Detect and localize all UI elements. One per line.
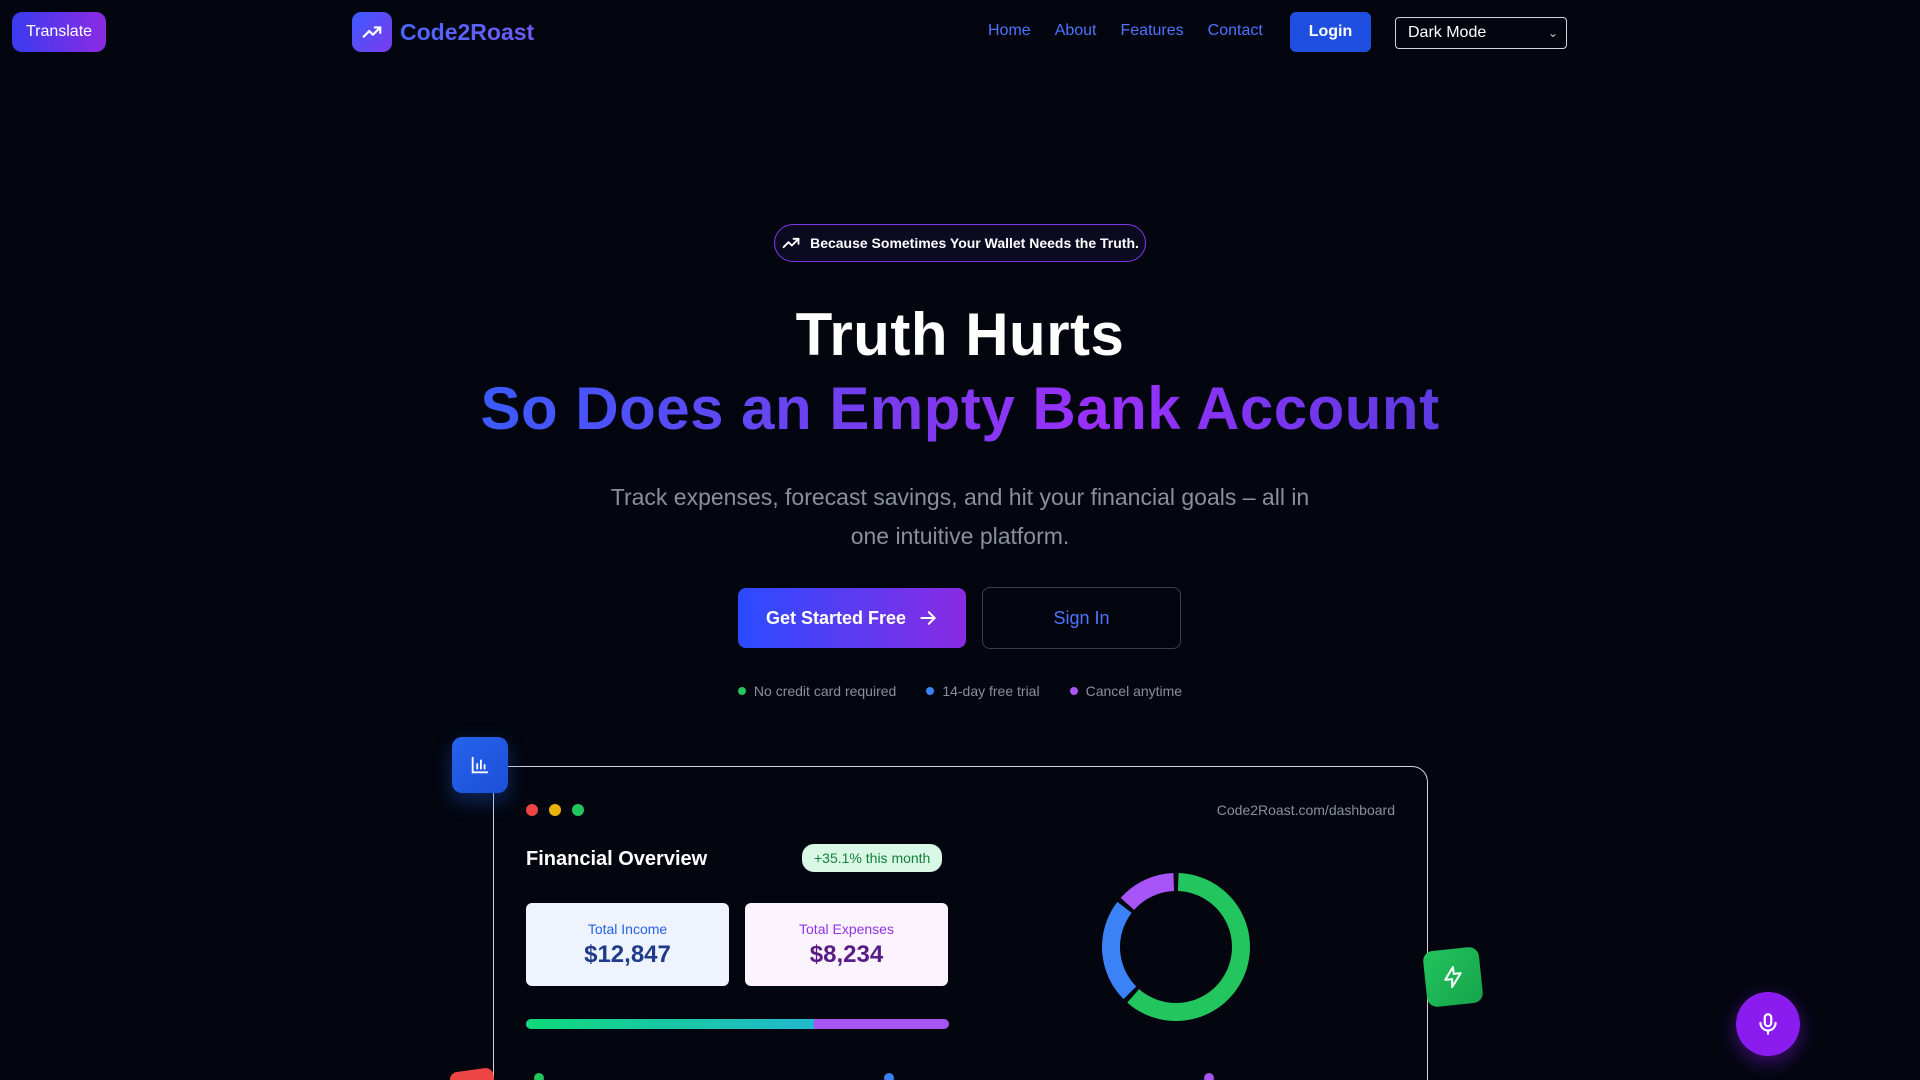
income-card: Total Income $12,847 bbox=[526, 903, 729, 986]
legend-item bbox=[884, 1073, 894, 1080]
benefit-text: Cancel anytime bbox=[1085, 683, 1183, 699]
get-started-label: Get Started Free bbox=[765, 607, 907, 628]
lightning-bolt-icon bbox=[1422, 946, 1484, 1008]
benefit-text: No credit card required bbox=[753, 683, 897, 699]
benefit-item: No credit card required bbox=[737, 683, 897, 699]
nav-link-about[interactable]: About bbox=[1055, 22, 1097, 40]
category-legend bbox=[534, 1073, 1214, 1080]
microphone-icon bbox=[1759, 1013, 1777, 1035]
income-label: Total Income bbox=[587, 920, 668, 937]
benefit-item: Cancel anytime bbox=[1069, 683, 1183, 699]
brand-name: Code2Roast bbox=[400, 18, 535, 45]
headline-gradient-text: So Does an Empty Bank Account bbox=[480, 375, 1440, 442]
decorative-tile bbox=[448, 1067, 496, 1080]
benefits-list: No credit card required 14-day free tria… bbox=[0, 683, 1920, 699]
bar-chart-icon bbox=[452, 737, 508, 793]
window-maximize-dot bbox=[572, 804, 584, 816]
donut-segment-purple bbox=[1120, 873, 1175, 910]
legend-item bbox=[1204, 1073, 1214, 1080]
get-started-button[interactable]: Get Started Free bbox=[738, 588, 966, 648]
main-nav: Home About Features Contact bbox=[988, 22, 1263, 40]
spending-donut-chart bbox=[1102, 873, 1250, 1021]
benefit-text: 14-day free trial bbox=[942, 683, 1040, 699]
donut-segment-blue bbox=[1102, 901, 1137, 1000]
translate-button[interactable]: Translate bbox=[12, 12, 106, 52]
microphone-button[interactable] bbox=[1736, 992, 1800, 1056]
income-value: $12,847 bbox=[584, 940, 671, 968]
legend-dot bbox=[1204, 1073, 1214, 1080]
nav-link-home[interactable]: Home bbox=[988, 22, 1031, 40]
nav-link-contact[interactable]: Contact bbox=[1208, 22, 1263, 40]
arrow-right-icon bbox=[920, 611, 936, 625]
chevron-down-icon: ⌄ bbox=[1547, 26, 1558, 40]
status-dot bbox=[1069, 687, 1078, 695]
dashboard-url: Code2Roast.com/dashboard bbox=[1216, 802, 1395, 818]
headline-primary: Truth Hurts bbox=[795, 301, 1125, 368]
dashboard-title: Financial Overview bbox=[526, 848, 708, 870]
status-dot bbox=[926, 687, 935, 695]
tagline-text: Because Sometimes Your Wallet Needs the … bbox=[810, 235, 1139, 251]
window-close-dot bbox=[526, 804, 538, 816]
hero-subtext: Track expenses, forecast savings, and hi… bbox=[610, 484, 1310, 549]
login-button[interactable]: Login bbox=[1290, 12, 1371, 52]
budget-progress-fill bbox=[526, 1019, 814, 1029]
tagline-pill: Because Sometimes Your Wallet Needs the … bbox=[774, 224, 1146, 262]
expenses-value: $8,234 bbox=[809, 940, 884, 968]
brand-link[interactable]: Code2Roast bbox=[352, 12, 534, 52]
theme-mode-value: Dark Mode bbox=[1408, 24, 1487, 41]
window-minimize-dot bbox=[549, 804, 561, 816]
legend-dot bbox=[534, 1073, 544, 1080]
expenses-label: Total Expenses bbox=[799, 920, 894, 937]
growth-badge: +35.1% this month bbox=[802, 844, 943, 872]
dashboard-preview: Code2Roast.com/dashboard Financial Overv… bbox=[493, 766, 1428, 1080]
theme-mode-select[interactable]: Dark Mode ⌄ bbox=[1395, 17, 1567, 49]
legend-item bbox=[534, 1073, 544, 1080]
window-controls bbox=[526, 804, 584, 816]
legend-dot bbox=[884, 1073, 894, 1080]
nav-link-features[interactable]: Features bbox=[1121, 22, 1184, 40]
trending-up-icon bbox=[782, 237, 800, 249]
budget-progress-bar bbox=[526, 1019, 949, 1029]
sign-in-button[interactable]: Sign In bbox=[982, 587, 1181, 649]
benefit-item: 14-day free trial bbox=[926, 683, 1040, 699]
status-dot bbox=[737, 687, 746, 695]
trending-up-icon bbox=[352, 12, 392, 52]
expenses-card: Total Expenses $8,234 bbox=[745, 903, 948, 986]
headline-secondary: So Does an Empty Bank Account bbox=[0, 374, 1920, 443]
